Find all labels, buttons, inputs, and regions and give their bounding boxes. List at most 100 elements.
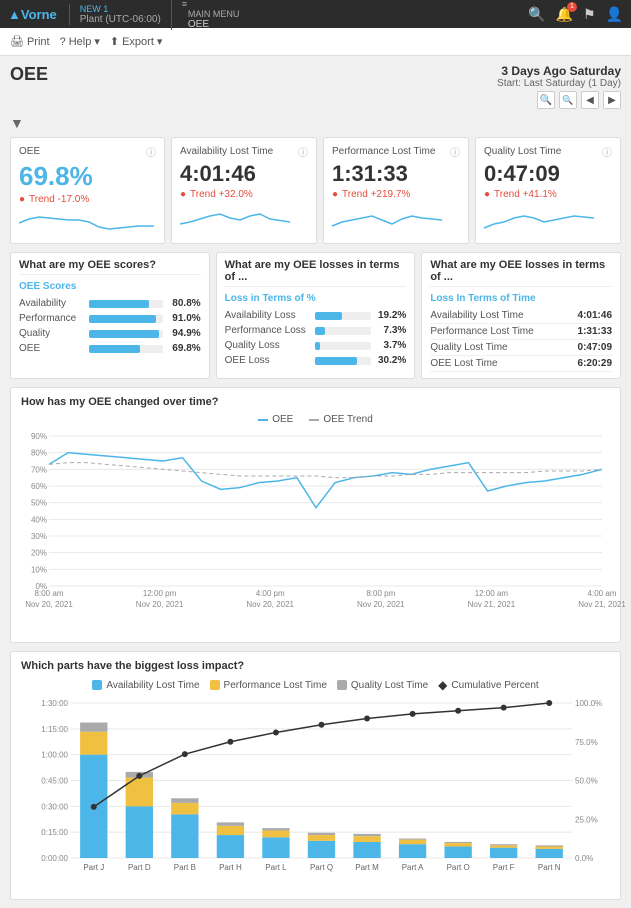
loss-time-label: Loss In Terms of Time (430, 293, 612, 304)
kpi-avail: Availability Lost Time ⓘ 4:01:46 ● Trend… (171, 137, 317, 244)
parts-legend-item: Performance Lost Time (210, 678, 327, 692)
svg-text:Nov 21, 2021: Nov 21, 2021 (468, 600, 516, 609)
loss-pct-row: Availability Loss 19.2% (225, 308, 407, 323)
help-icon: ? (60, 36, 66, 48)
date-sub: Start: Last Saturday (1 Day) (497, 78, 621, 89)
legend-oee-dot (258, 419, 268, 421)
loss-pct-row: Performance Loss 7.3% (225, 323, 407, 338)
score-bar-fill (89, 345, 140, 353)
kpi-perf-title: Performance Lost Time ⓘ (332, 144, 460, 159)
toolbar: 🖨 Print ? Help ▾ ⬆ Export ▾ (0, 28, 631, 56)
loss-bar-bg (315, 357, 372, 365)
svg-text:Part H: Part H (219, 863, 242, 872)
loss-pct-rows: Availability Loss 19.2% Performance Loss… (225, 308, 407, 368)
parts-chart-title: Which parts have the biggest loss impact… (21, 660, 610, 672)
panel-loss-pct: What are my OEE losses in terms of ... L… (216, 252, 416, 379)
svg-text:0:45:00: 0:45:00 (41, 777, 68, 786)
kpi-row: OEE ⓘ 69.8% ● Trend -17.0% Availability … (10, 137, 621, 244)
svg-text:Part B: Part B (174, 863, 196, 872)
svg-text:1:30:00: 1:30:00 (41, 699, 68, 708)
page-header: OEE 3 Days Ago Saturday Start: Last Satu… (10, 64, 621, 109)
svg-text:Part D: Part D (128, 863, 151, 872)
flag-icon[interactable]: ⚑ (583, 6, 596, 23)
menu-icon: ≡ (182, 0, 240, 9)
loss-time-row: Performance Lost Time 1:31:33 (430, 324, 612, 340)
zoom-in-button[interactable]: 🔍 (537, 91, 555, 109)
export-icon: ⬆ (110, 35, 119, 48)
kpi-oee-value: 69.8% (19, 161, 156, 192)
parts-chart-card: Which parts have the biggest loss impact… (10, 651, 621, 900)
svg-text:Part M: Part M (355, 863, 379, 872)
print-button[interactable]: 🖨 Print (10, 35, 50, 48)
svg-text:0:30:00: 0:30:00 (41, 802, 68, 811)
info-icon-perf[interactable]: ⓘ (450, 144, 460, 159)
svg-text:Nov 21, 2021: Nov 21, 2021 (578, 600, 626, 609)
menu-sub: OEE (188, 19, 240, 30)
filter-icon[interactable]: ▼ (10, 115, 24, 131)
loss-bar-fill (315, 312, 342, 320)
kpi-avail-sparkline (180, 204, 308, 232)
parts-legend-item: Quality Lost Time (337, 678, 428, 692)
parts-legend-item: Availability Lost Time (92, 678, 199, 692)
bell-badge: 1 (567, 2, 577, 12)
svg-text:80%: 80% (31, 449, 47, 458)
loss-bar-fill (315, 357, 358, 365)
loss-bar-fill (315, 342, 320, 350)
zoom-out-button[interactable]: 🔍 (559, 91, 577, 109)
kpi-qual-value: 0:47:09 (484, 161, 612, 187)
loss-bar-fill (315, 327, 325, 335)
help-label: Help (69, 36, 92, 48)
svg-text:Nov 20, 2021: Nov 20, 2021 (136, 600, 184, 609)
print-label: Print (27, 36, 50, 48)
svg-text:Nov 20, 2021: Nov 20, 2021 (357, 600, 405, 609)
loss-bar-bg (315, 327, 372, 335)
info-icon-avail[interactable]: ⓘ (298, 144, 308, 159)
score-bar-bg (89, 330, 163, 338)
trend-dot: ● (19, 194, 25, 205)
svg-text:90%: 90% (31, 432, 47, 441)
kpi-oee-trend: ● Trend -17.0% (19, 194, 156, 205)
svg-text:12:00 pm: 12:00 pm (143, 589, 177, 598)
svg-text:Part L: Part L (265, 863, 287, 872)
svg-text:0.0%: 0.0% (575, 854, 593, 863)
kpi-avail-value: 4:01:46 (180, 161, 308, 187)
oee-scores-label: OEE Scores (19, 281, 201, 292)
svg-text:Part A: Part A (402, 863, 424, 872)
info-icon-qual[interactable]: ⓘ (602, 144, 612, 159)
oee-score-row: Availability 80.8% (19, 296, 201, 311)
info-icon[interactable]: ⓘ (146, 144, 156, 159)
svg-text:4:00 pm: 4:00 pm (256, 589, 285, 598)
prev-button[interactable]: ◀ (581, 91, 599, 109)
plant-tab[interactable]: NEW 1 Plant (UTC-06:00) (69, 4, 161, 25)
main-menu[interactable]: ≡ MAIN MENU OEE (171, 0, 240, 30)
loss-pct-row: OEE Loss 30.2% (225, 353, 407, 368)
loss-time-row: Quality Lost Time 0:47:09 (430, 340, 612, 356)
loss-bar-bg (315, 342, 372, 350)
search-icon[interactable]: 🔍 (528, 6, 545, 23)
legend-trend-label: OEE Trend (323, 414, 372, 425)
kpi-oee: OEE ⓘ 69.8% ● Trend -17.0% (10, 137, 165, 244)
svg-text:8:00 pm: 8:00 pm (366, 589, 395, 598)
svg-text:100.0%: 100.0% (575, 699, 602, 708)
svg-text:30%: 30% (31, 532, 47, 541)
help-chevron: ▾ (94, 35, 100, 48)
export-button[interactable]: ⬆ Export ▾ (110, 35, 163, 48)
loss-time-rows: Availability Lost Time 4:01:46 Performan… (430, 308, 612, 372)
date-controls: 🔍 🔍 ◀ ▶ (497, 91, 621, 109)
bell-icon[interactable]: 🔔1 (556, 6, 573, 23)
kpi-oee-title: OEE ⓘ (19, 144, 156, 159)
svg-text:12:00 am: 12:00 am (475, 589, 509, 598)
loss-pct-row: Quality Loss 3.7% (225, 338, 407, 353)
legend-trend: OEE Trend (309, 414, 372, 425)
page-title: OEE (10, 64, 48, 85)
svg-text:4:00 am: 4:00 am (588, 589, 617, 598)
oee-scores-rows: Availability 80.8% Performance 91.0% Qua… (19, 296, 201, 356)
user-icon[interactable]: 👤 (606, 6, 623, 23)
next-button[interactable]: ▶ (603, 91, 621, 109)
kpi-avail-trend: ● Trend +32.0% (180, 189, 308, 200)
logo: ▲Vorne (8, 7, 57, 22)
svg-text:75.0%: 75.0% (575, 738, 598, 747)
trend-dot-perf: ● (332, 189, 338, 200)
svg-text:Part J: Part J (83, 863, 104, 872)
help-button[interactable]: ? Help ▾ (60, 35, 100, 48)
